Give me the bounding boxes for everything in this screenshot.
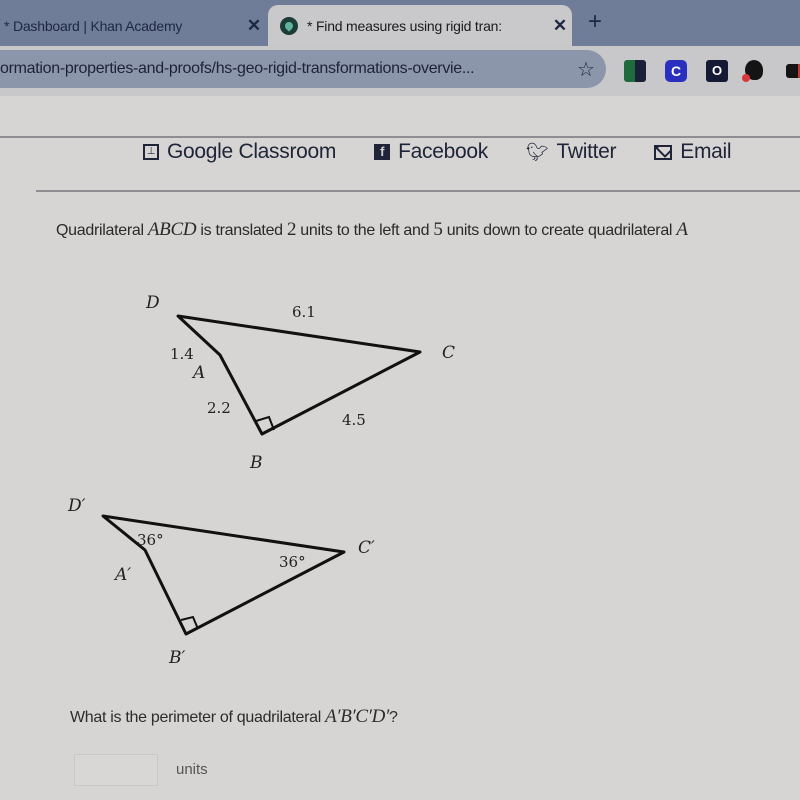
vertex-label-a-prime: A′: [113, 565, 131, 585]
perimeter-answer-input[interactable]: [74, 754, 158, 786]
vertex-label-c-prime: C′: [358, 538, 375, 558]
angle-label-d: 36°: [137, 531, 164, 549]
vertex-label-b-prime: B′: [168, 648, 185, 668]
side-length-ab: 2.2: [207, 399, 231, 417]
vertex-label-c: C: [442, 343, 455, 363]
vertex-label-d-prime: D′: [67, 496, 86, 516]
geometry-figures: D C A B 6.1 1.4 2.2 4.5 D′ C′ A′ B′ 36° …: [67, 293, 455, 668]
side-length-bc: 4.5: [342, 411, 366, 429]
quadrilateral-abcd: D C A B 6.1 1.4 2.2 4.5: [145, 293, 455, 473]
side-length-dc: 6.1: [292, 303, 316, 321]
angle-label-c: 36°: [279, 553, 306, 571]
quadrilateral-a-prime-b-prime-c-prime-d-prime: D′ C′ A′ B′ 36° 36°: [67, 496, 375, 668]
shape-name: A′B′C′D′: [325, 706, 389, 727]
perimeter-question: What is the perimeter of quadrilateral A…: [70, 706, 398, 728]
prompt-end: ?: [388, 709, 398, 726]
vertex-label-a: A: [191, 363, 205, 383]
vertex-label-d: D: [145, 293, 160, 313]
vertex-label-b: B: [249, 453, 263, 473]
units-label: units: [176, 761, 208, 778]
side-length-da: 1.4: [170, 345, 194, 363]
prompt-text: What is the perimeter of quadrilateral: [70, 709, 326, 726]
